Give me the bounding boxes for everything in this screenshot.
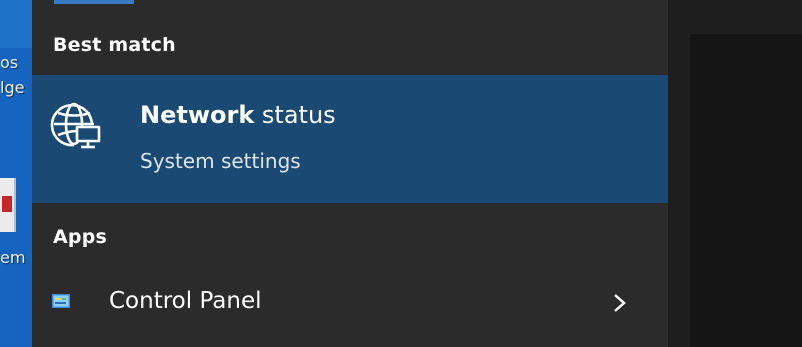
- app-label: Control Panel: [109, 288, 262, 314]
- document-stamp: [2, 196, 12, 212]
- desktop-icon-label[interactable]: os: [0, 55, 18, 71]
- desktop-icon-label[interactable]: lge: [0, 80, 24, 96]
- network-status-result[interactable]: Network status System settings: [32, 75, 668, 203]
- search-results-panel: Best match Network status System setting…: [32, 0, 668, 347]
- result-title-bold: Network: [140, 101, 255, 129]
- start-menu-screen: os lge em Best match Network status Syst…: [0, 0, 802, 347]
- control-panel-icon: [52, 294, 70, 308]
- chevron-right-icon[interactable]: [610, 288, 630, 318]
- app-item-control-panel[interactable]: Control Panel: [32, 272, 668, 336]
- desktop-document-icon[interactable]: [0, 178, 16, 232]
- desktop-header-area: [0, 0, 32, 48]
- apps-header: Apps: [53, 226, 108, 248]
- result-subtitle: System settings: [140, 149, 301, 173]
- preview-pane: [668, 0, 802, 347]
- preview-content-area: [690, 34, 802, 347]
- desktop-background: os lge em: [0, 0, 32, 347]
- result-title: Network status: [140, 101, 336, 129]
- globe-monitor-icon: [50, 102, 101, 149]
- result-title-rest: status: [254, 101, 336, 129]
- desktop-icon-label[interactable]: em: [0, 250, 25, 266]
- panel-top-accent: [54, 0, 134, 4]
- best-match-header: Best match: [53, 34, 176, 56]
